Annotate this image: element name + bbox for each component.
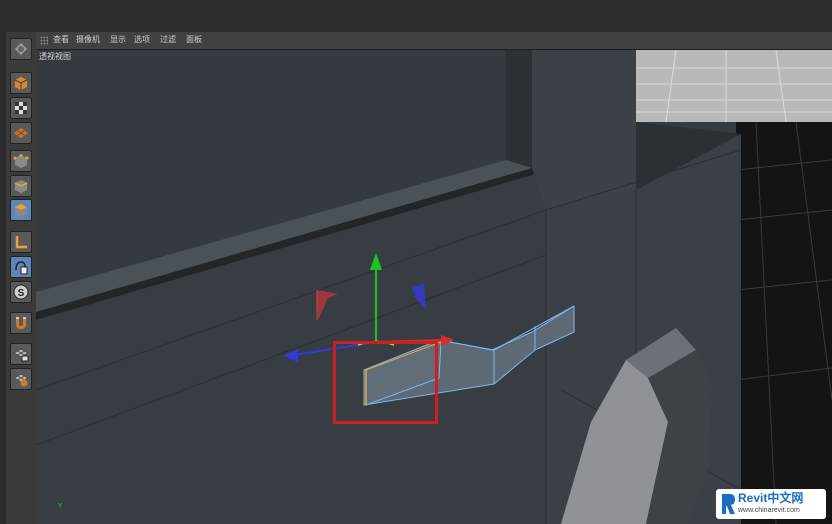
snap-icon[interactable]: S: [10, 281, 32, 303]
watermark-logo: Revit中文网 www.chinarevit.com: [716, 489, 826, 519]
menu-filter[interactable]: 过滤: [160, 35, 176, 45]
highlight-annotation-box: [333, 341, 438, 424]
texture-mode-icon[interactable]: [10, 97, 32, 119]
workplane-icon[interactable]: [10, 122, 32, 144]
edges-mode-icon[interactable]: [10, 175, 32, 197]
tweak-mode-icon[interactable]: [10, 256, 32, 278]
revit-r-logo-icon: [722, 494, 735, 514]
polygons-mode-icon[interactable]: [10, 199, 32, 221]
magnet-icon[interactable]: [10, 312, 32, 334]
model-mode-icon[interactable]: [10, 72, 32, 94]
menu-display[interactable]: 显示: [110, 35, 126, 45]
window-top-bar: [0, 0, 832, 32]
viewport-menu-bar: 查看 摄像机 显示 选项 过滤 面板: [36, 32, 832, 50]
watermark-url: www.chinarevit.com: [738, 507, 800, 514]
menu-view[interactable]: 查看: [53, 35, 69, 45]
menu-options[interactable]: 选项: [134, 35, 150, 45]
menu-grip-icon[interactable]: [40, 36, 48, 45]
axis-indicator-y: Y: [58, 502, 63, 510]
svg-text:S: S: [18, 288, 25, 299]
points-mode-icon[interactable]: [10, 150, 32, 172]
undo-icon[interactable]: [10, 38, 32, 60]
viewport-label: 透视视图: [39, 52, 71, 61]
left-toolbar: S: [6, 32, 37, 524]
viewport-scene[interactable]: [36, 50, 832, 524]
planar-workplane-icon[interactable]: [10, 368, 32, 390]
watermark-brand: Revit中文网: [738, 491, 804, 505]
menu-cameras[interactable]: 摄像机: [76, 35, 100, 45]
axis-mode-icon[interactable]: [10, 231, 32, 253]
lock-workplane-icon[interactable]: [10, 343, 32, 365]
menu-panel[interactable]: 面板: [186, 35, 202, 45]
perspective-viewport[interactable]: 透视视图 Y: [36, 50, 832, 524]
